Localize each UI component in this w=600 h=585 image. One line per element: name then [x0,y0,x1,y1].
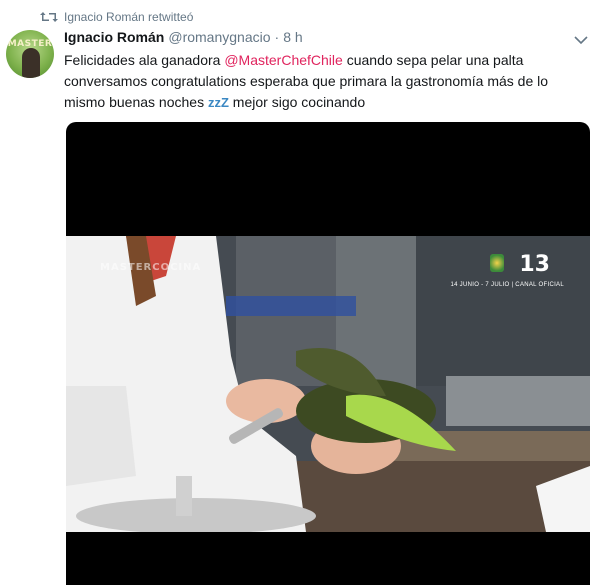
tweet-text-part: mejor sigo cocinando [228,94,366,110]
avatar-figure [22,48,40,78]
author-name[interactable]: Ignacio Román [64,29,164,45]
tweet-text-part: Felicidades ala ganadora [64,52,225,68]
channel-logo: 13 [519,252,550,277]
channel-subtitle: 14 JUNIO - 7 JULIO | CANAL OFICIAL [450,282,564,288]
mention-link[interactable]: @MasterChefChile [224,52,342,68]
tournament-logo-icon [490,254,504,272]
retweet-label: Ignacio Román retwitteó [64,10,194,24]
header-separator: · [274,29,280,45]
retweet-context[interactable]: Ignacio Román retwitteó [40,8,193,26]
chevron-down-icon[interactable] [574,32,588,45]
video-player[interactable]: MASTERCOCINA 13 14 JUNIO - 7 JULIO | CAN… [66,122,590,585]
timestamp[interactable]: 8 h [283,29,302,45]
tweet-text: Felicidades ala ganadora @MasterChefChil… [64,50,586,113]
video-frame: MASTERCOCINA 13 14 JUNIO - 7 JULIO | CAN… [66,236,590,532]
avatar[interactable]: MASTER [6,30,54,78]
tweet-card[interactable]: Ignacio Román retwitteó MASTER Ignacio R… [0,0,600,585]
show-watermark: MASTERCOCINA [100,262,202,273]
author-handle[interactable]: @romanygnacio [168,29,270,45]
retweet-icon [40,10,58,24]
zzz-emoji: zzZ [207,95,229,110]
video-frame-image [66,236,590,532]
tweet-header: Ignacio Román @romanygnacio · 8 h [64,29,303,45]
